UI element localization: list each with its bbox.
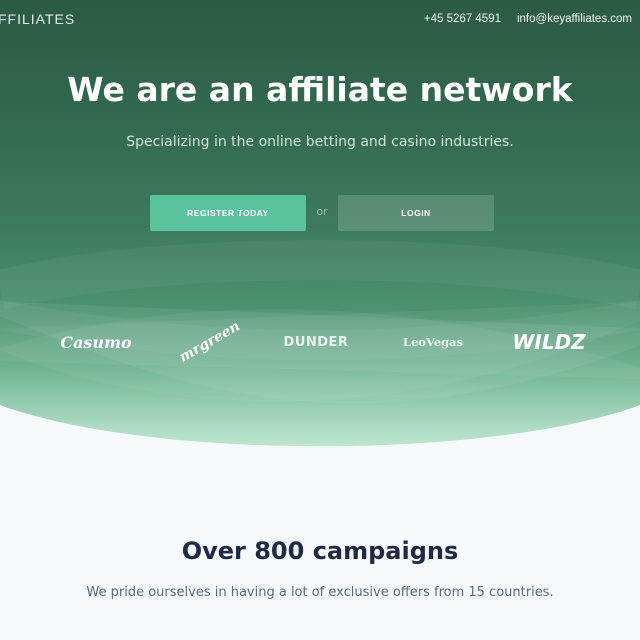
hero-section [0,0,640,460]
wildz-logo: WILDZ [512,330,586,354]
partner-logos: Casumo mrgreen DUNDER LeoVegas WILDZ [0,318,640,366]
hero-wave-background [0,240,640,460]
campaigns-title: Over 800 campaigns [181,537,459,565]
casumo-logo: Casumo [60,332,132,352]
mrgreen-logo: mrgreen [177,318,243,366]
hero-subline: Specializing in the online betting and c… [126,134,514,150]
phone-link[interactable]: +45 5267 4591 [424,13,501,25]
register-button[interactable]: REGISTER TODAY [150,195,306,231]
email-link[interactable]: info@keyaffiliates.com [517,13,632,25]
login-button[interactable]: LOGIN [338,195,494,231]
leovegas-logo: LeoVegas [402,335,464,349]
brand-logo[interactable]: FFILIATES [0,11,75,27]
contact-info: +45 5267 4591 info@keyaffiliates.com [424,13,632,25]
or-separator: or [316,205,328,218]
dunder-logo: DUNDER [283,334,349,350]
campaigns-subtitle: We pride ourselves in having a lot of ex… [86,585,554,600]
mrgreen-logo-text: mrgreen [176,318,244,366]
top-navigation-bar: FFILIATES +45 5267 4591 info@keyaffiliat… [0,0,640,38]
hero-headline: We are an affiliate network [67,70,573,109]
